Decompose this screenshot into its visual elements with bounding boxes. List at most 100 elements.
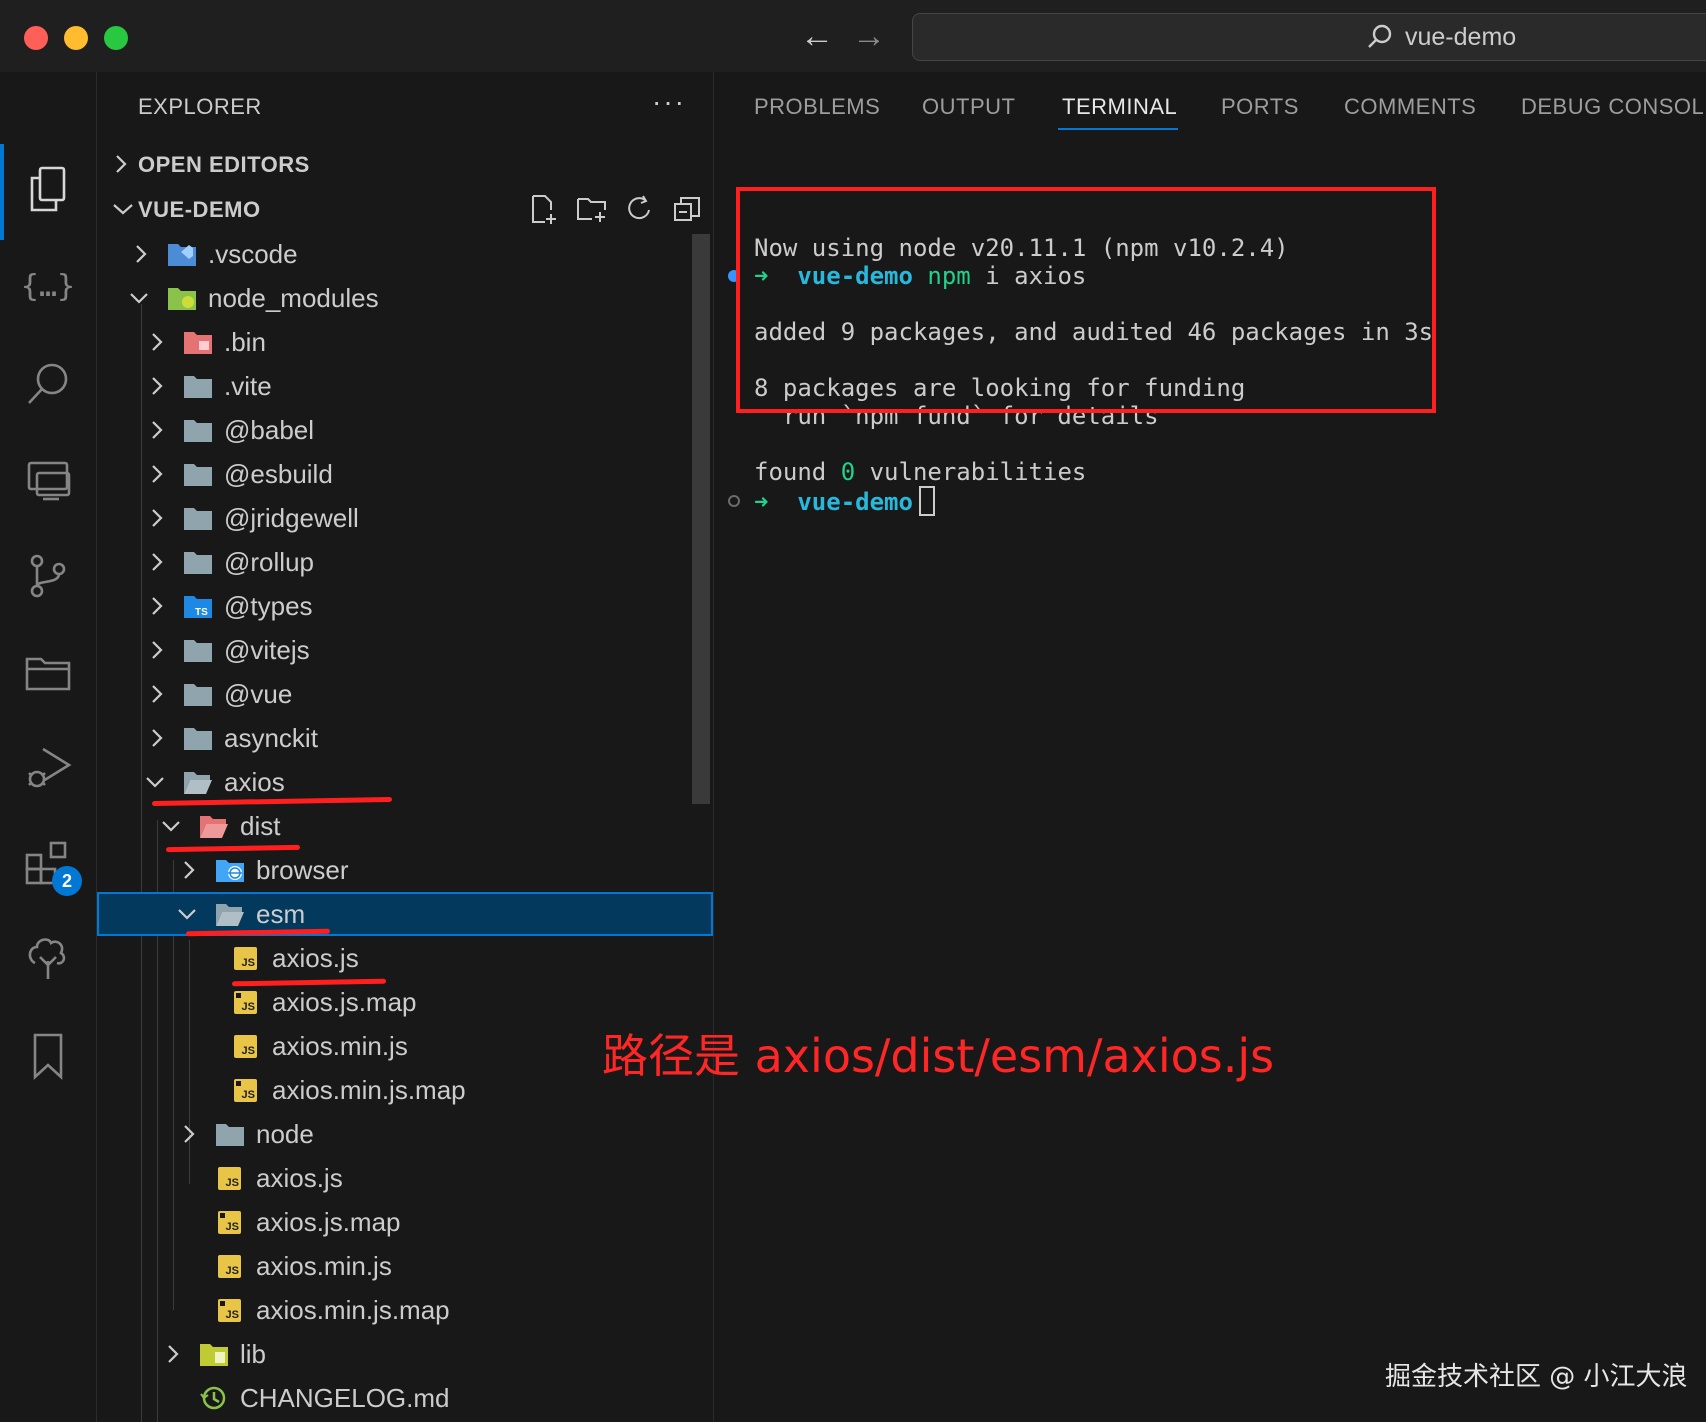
panel-tabs: PROBLEMS OUTPUT TERMINAL PORTS COMMENTS … (714, 72, 1706, 132)
tab-debug-console[interactable]: DEBUG CONSOLE (1521, 94, 1706, 120)
explorer-title: EXPLORER (138, 94, 262, 119)
run-debug-icon[interactable] (22, 742, 74, 794)
folder-icon (216, 1124, 244, 1146)
maximize-window-button[interactable] (104, 26, 128, 50)
bookmark-icon[interactable] (22, 1030, 74, 1082)
tree-item-types[interactable]: TS @types (97, 584, 713, 628)
tab-ports[interactable]: PORTS (1221, 94, 1299, 120)
tree-item-esm[interactable]: esm (97, 892, 713, 936)
tree-item-vscode[interactable]: .vscode (97, 232, 713, 276)
folder-icon (184, 684, 212, 706)
folder-icon[interactable] (22, 646, 74, 698)
chevron-right-icon (152, 685, 163, 703)
minimize-window-button[interactable] (64, 26, 88, 50)
refresh-icon[interactable] (623, 192, 657, 226)
chevron-right-icon (152, 729, 163, 747)
tree-item-vitejs[interactable]: @vitejs (97, 628, 713, 672)
new-folder-icon[interactable] (575, 192, 609, 226)
dist-folder-open-icon (200, 816, 228, 838)
open-editors-label: OPEN EDITORS (138, 152, 310, 177)
tree-item-vue[interactable]: @vue (97, 672, 713, 716)
tree-item-node-modules[interactable]: node_modules (97, 276, 713, 320)
annotation-text: 路径是 axios/dist/esm/axios.js (602, 1029, 1275, 1083)
terminal-cursor (918, 486, 935, 516)
json-icon[interactable]: {…} (21, 260, 75, 312)
js-file-icon: JS (218, 1167, 241, 1190)
active-tab-indicator (1058, 128, 1178, 130)
explorer-icon[interactable] (22, 164, 74, 216)
tree-item-node[interactable]: node (97, 1112, 713, 1156)
tree-item-browser[interactable]: browser (97, 848, 713, 892)
tree-item-jridgewell[interactable]: @jridgewell (97, 496, 713, 540)
highlight-box (736, 187, 1436, 413)
command-center-search[interactable]: vue-demo (912, 13, 1706, 61)
back-arrow-icon[interactable]: ← (800, 16, 834, 56)
open-editors-section[interactable]: OPEN EDITORS (97, 144, 713, 184)
project-label: VUE-DEMO (138, 197, 261, 222)
chevron-right-icon (152, 465, 163, 483)
forward-arrow-icon[interactable]: → (852, 16, 886, 56)
tree-item-rollup[interactable]: @rollup (97, 540, 713, 584)
tree-item-esm-axios-js-map[interactable]: JS axios.js.map (97, 980, 713, 1024)
close-window-button[interactable] (24, 26, 48, 50)
chevron-down-icon (130, 293, 148, 304)
active-indicator (0, 144, 4, 240)
tree-item-dist-axios-min-js-map[interactable]: JS axios.min.js.map (97, 1288, 713, 1332)
js-map-file-icon: JS (234, 1079, 257, 1102)
search-icon (1368, 24, 1392, 48)
tree-icon[interactable] (22, 934, 74, 986)
tree-item-esm-axios-js[interactable]: JS axios.js (97, 936, 713, 980)
tree-item-bin[interactable]: .bin (97, 320, 713, 364)
tree-item-dist-axios-js-map[interactable]: JS axios.js.map (97, 1200, 713, 1244)
bin-folder-icon (184, 332, 212, 354)
command-center-text: vue-demo (1405, 23, 1517, 51)
terminal-prompt-line: ➜ vue-demo (754, 486, 935, 516)
tree-item-axios[interactable]: axios (97, 760, 713, 804)
tree-item-asynckit[interactable]: asynckit (97, 716, 713, 760)
vue-demo-section[interactable]: VUE-DEMO (97, 189, 713, 229)
tab-problems[interactable]: PROBLEMS (754, 94, 880, 120)
title-bar: ← → vue-demo (0, 0, 1706, 73)
js-file-icon: JS (234, 947, 257, 970)
chevron-down-icon (113, 204, 133, 215)
folder-icon (184, 464, 212, 486)
search-icon[interactable] (22, 358, 74, 410)
activity-bar: {…} 2 (0, 72, 97, 1422)
chevron-down-icon (178, 909, 196, 920)
chevron-right-icon (152, 597, 163, 615)
chevron-right-icon (152, 377, 163, 395)
watermark: 掘金技术社区 @ 小江大浪 (1385, 1362, 1688, 1392)
tree-item-babel[interactable]: @babel (97, 408, 713, 452)
tree-item-lib[interactable]: lib (97, 1332, 713, 1376)
tree-item-esbuild[interactable]: @esbuild (97, 452, 713, 496)
js-map-file-icon: JS (218, 1299, 241, 1322)
tree-item-dist-axios-js[interactable]: JS axios.js (97, 1156, 713, 1200)
tree-item-vite[interactable]: .vite (97, 364, 713, 408)
tab-output[interactable]: OUTPUT (922, 94, 1015, 120)
changelog-icon (200, 1386, 226, 1410)
tree-item-dist-axios-min-js[interactable]: JS axios.min.js (97, 1244, 713, 1288)
source-control-icon[interactable] (22, 550, 74, 602)
folder-open-icon (216, 904, 244, 926)
tab-terminal[interactable]: TERMINAL (1062, 94, 1177, 120)
chevron-right-icon (168, 1345, 179, 1363)
collapse-all-icon[interactable] (671, 192, 705, 226)
browser-folder-icon (216, 860, 244, 882)
remote-explorer-icon[interactable] (22, 454, 74, 506)
node-folder-icon (168, 288, 196, 310)
vscode-folder-icon (168, 244, 196, 266)
folder-icon (184, 640, 212, 662)
new-file-icon[interactable] (527, 192, 561, 226)
more-actions-button[interactable]: ··· (652, 86, 686, 118)
extensions-badge: 2 (52, 866, 82, 896)
tab-comments[interactable]: COMMENTS (1344, 94, 1476, 120)
chevron-right-icon (152, 641, 163, 659)
chevron-right-icon (184, 1125, 195, 1143)
folder-icon (184, 552, 212, 574)
tree-item-dist[interactable]: dist (97, 804, 713, 848)
explorer-sidebar: EXPLORER ··· OPEN EDITORS VUE-DEMO .vsco… (97, 72, 714, 1422)
lib-folder-icon (200, 1344, 228, 1366)
js-file-icon: JS (218, 1255, 241, 1278)
prompt-status-dot (728, 495, 740, 507)
tree-item-changelog[interactable]: CHANGELOG.md (97, 1376, 713, 1420)
